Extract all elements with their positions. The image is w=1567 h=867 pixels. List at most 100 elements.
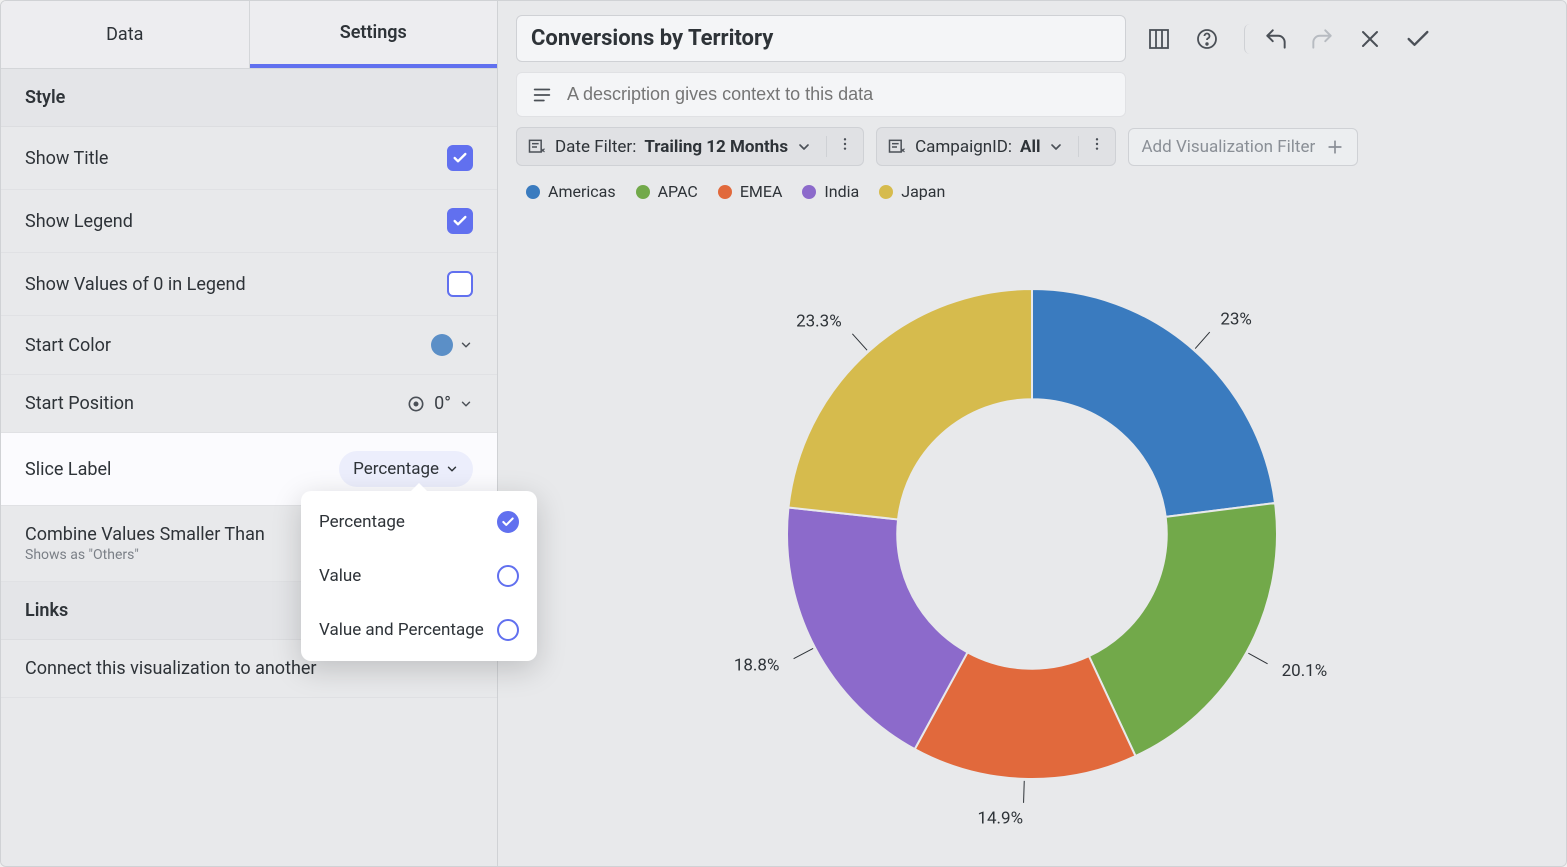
description-row (516, 72, 1126, 117)
chart-topbar: Conversions by Territory (516, 15, 1548, 62)
chevron-down-icon (445, 462, 459, 476)
slice-label-value: Percentage (353, 459, 439, 479)
legend-item[interactable]: Americas (526, 182, 616, 201)
description-input[interactable] (565, 83, 1111, 106)
slice-leader (1195, 332, 1210, 349)
tab-data[interactable]: Data (1, 1, 250, 68)
filter-bar: Date Filter: Trailing 12 Months Campaign… (516, 127, 1548, 166)
setting-start-position: Start Position 0° (1, 375, 497, 433)
legend-item[interactable]: India (802, 182, 859, 201)
redo-icon (1309, 26, 1335, 52)
close-button[interactable] (1355, 24, 1385, 54)
setting-label: Start Color (25, 335, 431, 356)
legend-label: EMEA (740, 182, 783, 201)
close-icon (1358, 27, 1382, 51)
start-position-value: 0° (434, 393, 451, 414)
filter-value: Trailing 12 Months (644, 137, 788, 157)
legend-label: APAC (658, 182, 698, 201)
chevron-down-icon (796, 139, 812, 155)
checkbox-show-legend[interactable] (447, 208, 473, 234)
filter-menu-button[interactable] (826, 136, 853, 157)
undo-button[interactable] (1244, 24, 1289, 54)
redo-button[interactable] (1307, 24, 1337, 54)
slice-label-popup: Percentage Value Value and Percentage (301, 491, 537, 661)
kebab-icon (1089, 136, 1105, 152)
chart-title-input[interactable]: Conversions by Territory (516, 15, 1126, 62)
checkbox-show-title[interactable] (447, 145, 473, 171)
donut-chart: 23%20.1%14.9%18.8%23.3% (652, 244, 1412, 824)
chart-legend: Americas APAC EMEA India Japan (516, 176, 1548, 201)
panel-tabs: Data Settings (1, 1, 497, 69)
legend-label: India (824, 182, 859, 201)
legend-label: Japan (901, 182, 945, 201)
setting-label: Show Values of 0 in Legend (25, 274, 447, 295)
legend-dot (802, 185, 816, 199)
slice-label-option-value[interactable]: Value (301, 549, 537, 603)
legend-dot (526, 185, 540, 199)
kebab-icon (837, 136, 853, 152)
help-button[interactable] (1192, 24, 1222, 54)
setting-label: Slice Label (25, 459, 339, 480)
slice-label-option-percentage[interactable]: Percentage (301, 495, 537, 549)
tab-settings[interactable]: Settings (250, 1, 498, 68)
target-icon (406, 394, 426, 414)
slice-label: 18.8% (734, 655, 780, 675)
slice-leader (852, 333, 867, 349)
legend-dot (718, 185, 732, 199)
undo-icon (1263, 26, 1289, 52)
slice-label: 23% (1220, 309, 1252, 329)
start-color-picker[interactable] (431, 334, 473, 356)
filter-label: Date Filter: (555, 137, 636, 157)
start-position-picker[interactable]: 0° (406, 393, 473, 414)
confirm-button[interactable] (1403, 24, 1433, 54)
legend-dot (879, 185, 893, 199)
filter-label: CampaignID: (915, 137, 1012, 157)
filter-campaign[interactable]: CampaignID: All (876, 127, 1116, 166)
legend-dot (636, 185, 650, 199)
add-filter-button[interactable]: Add Visualization Filter (1128, 128, 1358, 166)
setting-label: Show Title (25, 148, 447, 169)
option-label: Value (319, 566, 361, 586)
setting-show-title: Show Title (1, 127, 497, 190)
legend-item[interactable]: EMEA (718, 182, 783, 201)
slice-label: 14.9% (977, 808, 1023, 824)
radio-selected-icon (497, 511, 519, 533)
chevron-down-icon (459, 397, 473, 411)
settings-panel: Data Settings Style Show Title Show Lege… (1, 1, 498, 866)
add-filter-label: Add Visualization Filter (1141, 137, 1315, 157)
section-header-style: Style (1, 69, 497, 127)
slice-leader (1248, 653, 1267, 664)
slice-label-option-value-and-percentage[interactable]: Value and Percentage (301, 603, 537, 657)
checkbox-show-zero[interactable] (447, 271, 473, 297)
option-label: Percentage (319, 512, 405, 532)
color-swatch (431, 334, 453, 356)
filter-menu-button[interactable] (1078, 136, 1105, 157)
setting-show-legend: Show Legend (1, 190, 497, 253)
grid-icon-button[interactable] (1144, 24, 1174, 54)
help-icon (1195, 27, 1219, 51)
setting-show-zero: Show Values of 0 in Legend (1, 253, 497, 316)
radio-unselected-icon (497, 619, 519, 641)
grid-icon (1147, 27, 1171, 51)
option-label: Value and Percentage (319, 620, 484, 640)
chevron-down-icon (459, 338, 473, 352)
slice-leader (1024, 780, 1025, 802)
legend-item[interactable]: Japan (879, 182, 945, 201)
paragraph-icon (531, 84, 553, 106)
legend-label: Americas (548, 182, 616, 201)
chevron-down-icon (1048, 139, 1064, 155)
slice-label-dropdown[interactable]: Percentage (339, 451, 473, 487)
chart-panel: Conversions by Territory (498, 1, 1566, 866)
legend-item[interactable]: APAC (636, 182, 698, 201)
slice-leader (794, 648, 813, 658)
setting-label: Connect this visualization to another (25, 658, 473, 679)
filter-icon (887, 137, 907, 157)
filter-icon (527, 137, 547, 157)
plus-icon (1325, 137, 1345, 157)
setting-label: Start Position (25, 393, 406, 414)
filter-date[interactable]: Date Filter: Trailing 12 Months (516, 127, 864, 166)
app-root: Data Settings Style Show Title Show Lege… (0, 0, 1567, 867)
slice-label: 20.1% (1282, 661, 1328, 681)
check-icon (452, 150, 468, 166)
check-icon (1404, 25, 1432, 53)
